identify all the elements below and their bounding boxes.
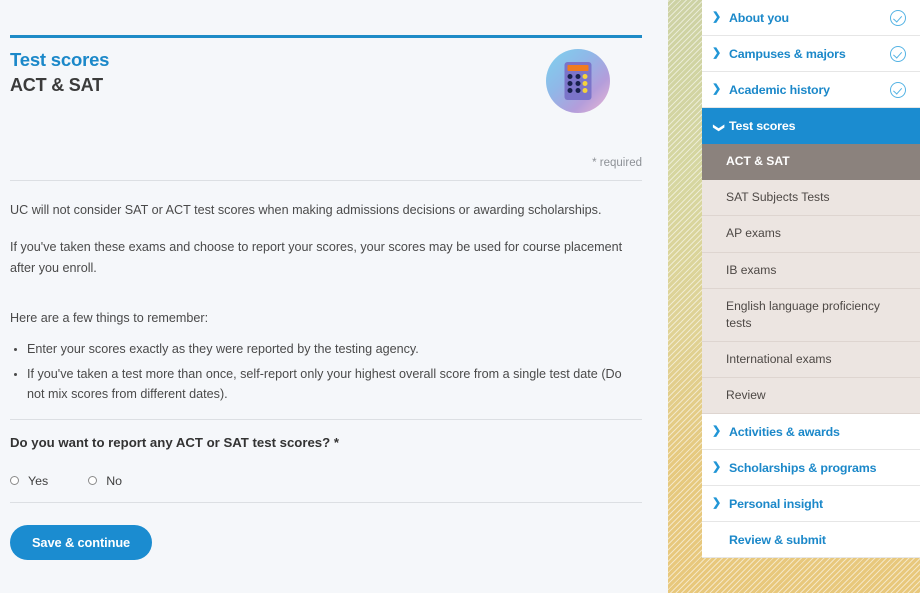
radio-dot-yes[interactable] bbox=[10, 476, 19, 486]
application-sidebar-nav: ❯ About you ❯ Campuses & majors ❯ Academ… bbox=[702, 0, 920, 559]
page-header-titles: Test scores ACT & SAT bbox=[10, 46, 109, 97]
check-circle-icon bbox=[890, 81, 906, 98]
calculator-key bbox=[582, 81, 588, 86]
sidebar-subitem-ap-exams[interactable]: AP exams bbox=[702, 216, 920, 253]
list-item: If you've taken a test more than once, s… bbox=[27, 364, 642, 405]
page-title: ACT & SAT bbox=[10, 75, 103, 96]
sidebar-item-label: Academic history bbox=[729, 82, 830, 97]
radio-group-report-scores: Yes No bbox=[10, 474, 642, 488]
required-note: * required bbox=[592, 157, 642, 169]
sidebar-item-academic-history[interactable]: ❯ Academic history bbox=[702, 72, 920, 108]
calculator-key bbox=[567, 74, 573, 79]
check-circle-icon bbox=[890, 45, 906, 62]
sidebar-subitem-ib-exams[interactable]: IB exams bbox=[702, 252, 920, 289]
sidebar-item-scholarships-programs[interactable]: ❯ Scholarships & programs bbox=[702, 450, 920, 487]
sidebar-item-personal-insight[interactable]: ❯ Personal insight bbox=[702, 486, 920, 523]
check-circle-icon bbox=[890, 9, 906, 26]
calculator-key bbox=[582, 88, 588, 93]
divider-before-submit bbox=[10, 501, 642, 503]
radio-option-no[interactable]: No bbox=[88, 474, 122, 488]
sidebar-subitem-international-exams[interactable]: International exams bbox=[702, 342, 920, 379]
calculator-key bbox=[575, 74, 581, 79]
sidebar-subitem-english-language-proficiency-tests[interactable]: English language proficiency tests bbox=[702, 288, 920, 343]
divider-before-question bbox=[10, 418, 642, 420]
chevron-right-icon: ❯ bbox=[712, 47, 722, 59]
chevron-right-icon: ❯ bbox=[712, 497, 722, 510]
divider-top bbox=[10, 180, 642, 181]
main-content: Test scores ACT & SAT * required UC will… bbox=[0, 0, 668, 593]
radio-label-no: No bbox=[106, 473, 123, 488]
sidebar-item-review-submit[interactable]: Review & submit bbox=[702, 522, 920, 559]
radio-label-yes: Yes bbox=[28, 473, 49, 488]
intro-paragraph-3: Here are a few things to remember: bbox=[10, 311, 209, 326]
sidebar-item-label: Test scores bbox=[729, 118, 796, 133]
calculator-icon bbox=[546, 49, 610, 113]
sidebar-item-label: Campuses & majors bbox=[729, 46, 846, 61]
sidebar-subitem-act-sat[interactable]: ACT & SAT bbox=[702, 144, 920, 181]
sidebar-item-label: Scholarships & programs bbox=[729, 460, 877, 475]
save-and-continue-button[interactable]: Save & continue bbox=[10, 524, 153, 560]
intro-paragraph-2: If you've taken these exams and choose t… bbox=[10, 240, 623, 275]
sidebar-item-activities-awards[interactable]: ❯ Activities & awards bbox=[702, 414, 920, 451]
chevron-down-icon: ❮ bbox=[712, 123, 725, 133]
calculator-body bbox=[564, 62, 592, 100]
page-header: Test scores ACT & SAT bbox=[10, 46, 642, 113]
calculator-key bbox=[567, 81, 573, 86]
sidebar-subitem-review[interactable]: Review bbox=[702, 378, 920, 415]
calculator-key bbox=[582, 74, 588, 79]
chevron-right-icon: ❯ bbox=[712, 461, 722, 474]
top-accent-rule bbox=[10, 35, 642, 38]
calculator-key bbox=[575, 88, 581, 93]
reminder-list: Enter your scores exactly as they were r… bbox=[10, 339, 642, 405]
chevron-right-icon: ❯ bbox=[712, 425, 722, 438]
calculator-keys bbox=[567, 74, 589, 93]
sidebar-item-campuses-majors[interactable]: ❯ Campuses & majors bbox=[702, 36, 920, 72]
sidebar-subitem-sat-subjects-tests[interactable]: SAT Subjects Tests bbox=[702, 180, 920, 217]
calculator-key bbox=[575, 81, 581, 86]
chevron-right-icon: ❯ bbox=[712, 11, 722, 23]
sidebar-item-label: Activities & awards bbox=[729, 424, 840, 439]
sidebar-item-label: Review & submit bbox=[729, 532, 826, 547]
list-item: Enter your scores exactly as they were r… bbox=[27, 339, 642, 359]
sidebar-item-about-you[interactable]: ❯ About you bbox=[702, 0, 920, 36]
question-label: Do you want to report any ACT or SAT tes… bbox=[10, 434, 339, 450]
sidebar-item-label: About you bbox=[729, 10, 789, 25]
calculator-screen bbox=[567, 65, 589, 71]
intro-paragraph-1: UC will not consider SAT or ACT test sco… bbox=[10, 203, 602, 217]
calculator-key bbox=[567, 88, 573, 93]
sidebar-item-label: Personal insight bbox=[729, 496, 823, 511]
page-eyebrow: Test scores bbox=[10, 49, 110, 70]
chevron-right-icon: ❯ bbox=[712, 83, 722, 95]
intro-text-block: UC will not consider SAT or ACT test sco… bbox=[10, 200, 642, 329]
radio-option-yes[interactable]: Yes bbox=[10, 474, 48, 488]
radio-dot-no[interactable] bbox=[88, 476, 98, 486]
sidebar-item-test-scores[interactable]: ❮ Test scores bbox=[702, 108, 920, 144]
